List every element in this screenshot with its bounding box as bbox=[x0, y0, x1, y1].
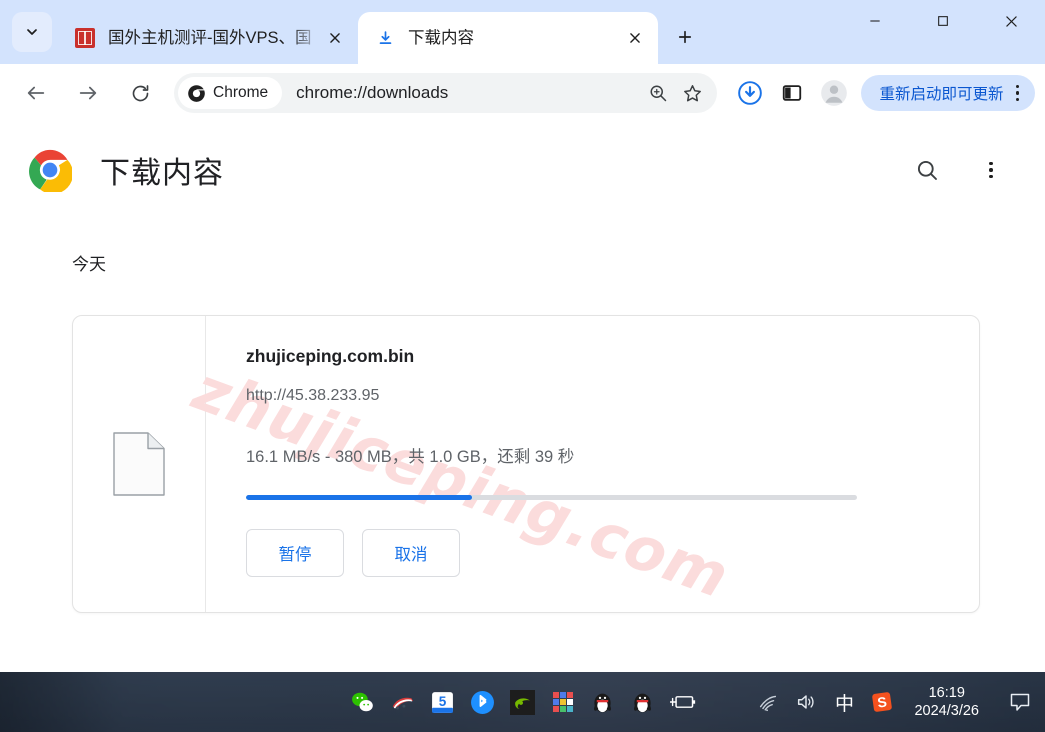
clock-date: 2024/3/26 bbox=[914, 703, 979, 719]
tab-close-button[interactable] bbox=[322, 25, 348, 51]
reload-button[interactable] bbox=[121, 74, 159, 112]
downloads-ring-icon bbox=[738, 81, 763, 105]
downloads-page: zhujiceping.com 下载内容 今天 zhujiceping.com.… bbox=[0, 122, 1045, 672]
reload-icon bbox=[132, 84, 148, 101]
new-tab-button[interactable] bbox=[668, 20, 702, 54]
three-dot-menu-icon[interactable] bbox=[1010, 84, 1026, 102]
window-controls bbox=[841, 0, 1045, 64]
url-text[interactable]: chrome://downloads bbox=[296, 83, 641, 103]
bookmark-star-icon[interactable] bbox=[675, 76, 709, 110]
search-button[interactable] bbox=[909, 152, 945, 188]
back-button[interactable] bbox=[17, 74, 55, 112]
downloads-page-header: 下载内容 bbox=[0, 122, 1045, 192]
address-bar[interactable]: Chrome chrome://downloads bbox=[174, 73, 718, 113]
three-dot-menu-icon bbox=[983, 161, 999, 179]
restart-to-update-button[interactable]: 重新启动即可更新 bbox=[861, 75, 1035, 111]
wifi-icon[interactable] bbox=[756, 690, 780, 714]
tab-close-button[interactable] bbox=[622, 25, 648, 51]
chrome-chip[interactable]: Chrome bbox=[178, 77, 283, 109]
download-item-card: zhujiceping.com.bin http://45.38.233.95 … bbox=[72, 315, 980, 613]
browser-toolbar: Chrome chrome://downloads 重新启动即可更新 bbox=[0, 64, 1045, 122]
pause-button[interactable]: 暂停 bbox=[246, 529, 344, 577]
tab-active-downloads[interactable]: 下载内容 bbox=[358, 12, 658, 64]
download-source-url[interactable]: http://45.38.233.95 bbox=[246, 387, 979, 405]
train-ticket-icon[interactable] bbox=[390, 689, 416, 715]
ime-label: 中 bbox=[834, 693, 854, 715]
page-title: 下载内容 bbox=[100, 157, 224, 190]
bluetooth-icon[interactable] bbox=[470, 689, 496, 715]
side-panel-button[interactable] bbox=[773, 74, 811, 112]
download-status-text: 16.1 MB/s - 380 MB，共 1.0 GB，还剩 39 秒 bbox=[246, 448, 575, 466]
cancel-button[interactable]: 取消 bbox=[362, 529, 460, 577]
taskbar-clock[interactable]: 16:19 2024/3/26 bbox=[908, 684, 985, 720]
forward-arrow-icon bbox=[79, 86, 97, 100]
download-action-buttons: 暂停 取消 bbox=[246, 529, 979, 577]
sogou-input-icon[interactable]: S bbox=[870, 690, 894, 714]
downloads-button[interactable] bbox=[731, 74, 769, 112]
ime-indicator[interactable]: 中 bbox=[832, 690, 856, 715]
download-progress-bar bbox=[246, 495, 857, 500]
chrome-logo bbox=[29, 149, 72, 192]
back-arrow-icon bbox=[27, 86, 45, 100]
tab-search-button[interactable] bbox=[12, 12, 52, 52]
windows-taskbar: 5 中 S 16:19 2024/3/26 bbox=[0, 672, 1045, 732]
tab-title: 下载内容 bbox=[408, 29, 474, 47]
search-icon bbox=[917, 160, 937, 180]
header-actions bbox=[909, 152, 1009, 188]
download-progress-fill bbox=[246, 495, 473, 500]
minimize-button[interactable] bbox=[841, 0, 909, 42]
chrome-browser-window: 国外主机测评-国外VPS、国 下载内容 Chrome chrome://down… bbox=[0, 0, 1045, 672]
notification-center-button[interactable] bbox=[1005, 687, 1035, 717]
close-icon bbox=[330, 33, 340, 43]
side-panel-icon bbox=[783, 85, 802, 101]
clock-time: 16:19 bbox=[928, 684, 965, 701]
tab-inactive[interactable]: 国外主机测评-国外VPS、国 bbox=[58, 12, 358, 64]
color-squares-icon[interactable] bbox=[550, 689, 576, 715]
chrome-glyph-icon bbox=[188, 84, 205, 102]
tab-strip: 国外主机测评-国外VPS、国 下载内容 bbox=[0, 0, 1045, 64]
system-tray: 中 S 16:19 2024/3/26 bbox=[756, 684, 1035, 720]
qq-icon-2[interactable] bbox=[630, 689, 656, 715]
360-browser-icon[interactable]: 5 bbox=[430, 689, 456, 715]
volume-icon[interactable] bbox=[794, 690, 818, 714]
taskbar-app-icons: 5 bbox=[350, 689, 696, 715]
qq-icon[interactable] bbox=[590, 689, 616, 715]
profile-avatar-button[interactable] bbox=[815, 74, 853, 112]
download-file-icon-area bbox=[73, 316, 206, 612]
avatar-icon bbox=[821, 80, 848, 106]
download-icon bbox=[374, 27, 396, 49]
zoom-in-icon[interactable] bbox=[641, 76, 675, 110]
nvidia-icon[interactable] bbox=[510, 689, 536, 715]
plus-icon bbox=[678, 30, 692, 44]
update-button-label: 重新启动即可更新 bbox=[879, 86, 1004, 103]
download-group-label: 今天 bbox=[72, 255, 106, 274]
maximize-button[interactable] bbox=[909, 0, 977, 42]
tab-title: 国外主机测评-国外VPS、国 bbox=[108, 29, 312, 47]
generic-file-icon bbox=[113, 432, 165, 496]
download-file-name[interactable]: zhujiceping.com.bin bbox=[246, 346, 979, 367]
forward-button[interactable] bbox=[69, 74, 107, 112]
notification-icon bbox=[1010, 693, 1030, 711]
chrome-chip-label: Chrome bbox=[213, 84, 269, 101]
svg-text:5: 5 bbox=[439, 694, 447, 709]
wechat-icon[interactable] bbox=[350, 689, 376, 715]
page-menu-button[interactable] bbox=[973, 152, 1009, 188]
red-stamp-favicon bbox=[74, 27, 96, 49]
chevron-down-icon bbox=[27, 29, 37, 35]
download-details: zhujiceping.com.bin http://45.38.233.95 … bbox=[206, 316, 979, 612]
battery-icon[interactable] bbox=[669, 689, 696, 715]
close-window-button[interactable] bbox=[977, 0, 1045, 42]
close-icon bbox=[630, 33, 640, 43]
